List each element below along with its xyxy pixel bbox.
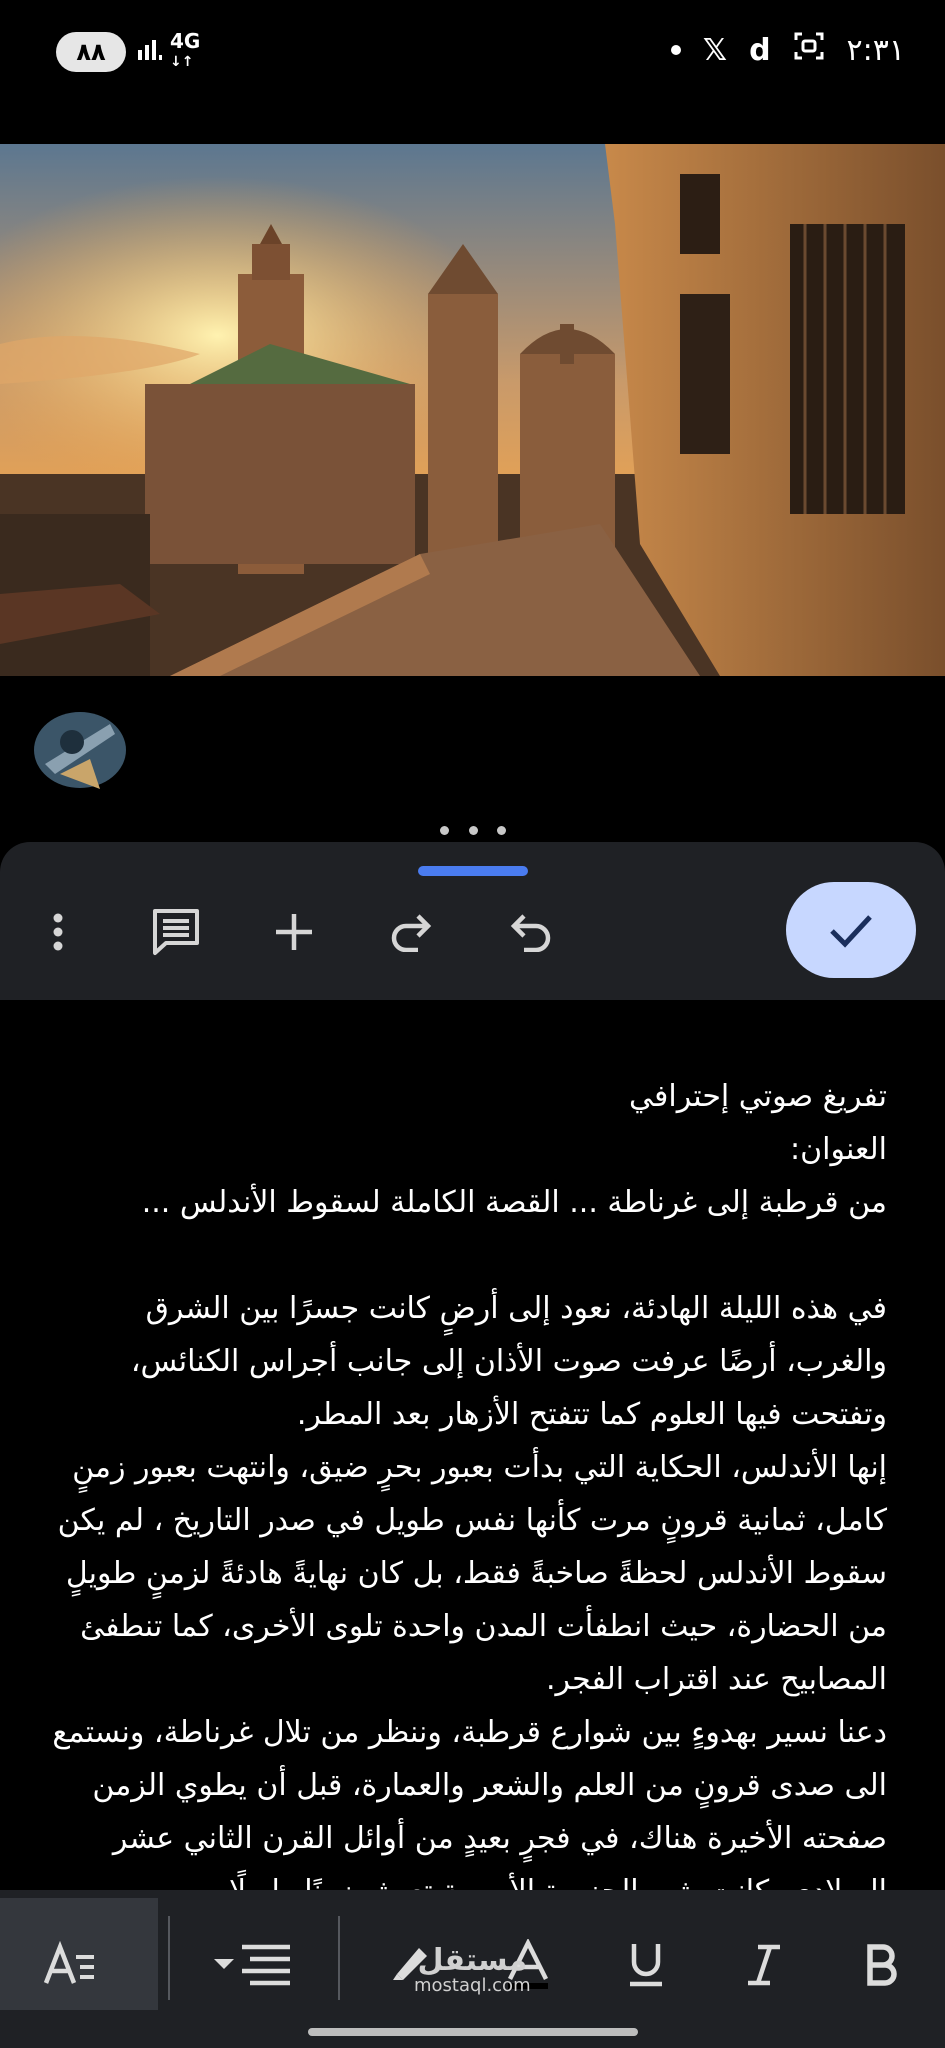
panel-resize-handle[interactable] — [440, 822, 506, 838]
align-icon[interactable] — [210, 1920, 294, 2010]
andalusia-photo[interactable] — [0, 144, 945, 676]
status-bar: ٨٨ 4G ↓↑ 𝕏 d ٢:٣١ — [0, 0, 945, 104]
watermark-sub: mostaql.com — [414, 1975, 531, 1996]
notification-dot-icon — [670, 45, 681, 55]
clock: ٢:٣١ — [846, 32, 905, 68]
watermark: مستقل mostaql.com — [414, 1946, 531, 1996]
doc-paragraph: إنها الأندلس، الحكاية التي بدأت بعبور بح… — [57, 1450, 887, 1697]
x-icon: 𝕏 — [702, 32, 728, 68]
signal-icon — [136, 36, 164, 68]
battery-level: ٨٨ — [76, 38, 106, 66]
editor-toolbar — [0, 842, 945, 1000]
text-format-icon[interactable] — [40, 1920, 100, 2010]
format-bar: مستقل mostaql.com — [0, 1890, 945, 2048]
doc-heading-label: العنوان: — [790, 1132, 887, 1167]
doc-heading: من قرطبة إلى غرناطة ... القصة الكاملة لس… — [141, 1185, 887, 1220]
separator — [338, 1916, 340, 2000]
document-body[interactable]: تفريغ صوتي إحترافي العنوان: من قرطبة إلى… — [0, 1000, 945, 1890]
more-vert-icon[interactable] — [26, 900, 90, 964]
channel-logo — [34, 712, 126, 789]
doc-paragraph: دعنا نسير بهدوءٍ بين شوارع قرطبة، وننظر … — [52, 1715, 887, 1890]
screenshot-icon — [793, 30, 825, 70]
bold-icon[interactable] — [854, 1920, 910, 2010]
status-right: 𝕏 d ٢:٣١ — [670, 30, 905, 70]
battery-indicator: ٨٨ — [56, 32, 126, 72]
add-icon[interactable] — [262, 900, 326, 964]
home-indicator[interactable] — [308, 2028, 638, 2036]
document-text[interactable]: تفريغ صوتي إحترافي العنوان: من قرطبة إلى… — [47, 1070, 887, 1890]
watermark-main: مستقل — [417, 1943, 528, 1978]
undo-icon[interactable] — [498, 900, 562, 964]
doc-title-line: تفريغ صوتي إحترافي — [629, 1079, 887, 1114]
check-icon — [830, 915, 872, 948]
done-button[interactable] — [786, 882, 916, 978]
underline-icon[interactable] — [618, 1920, 674, 2010]
d-app-icon: d — [749, 32, 771, 68]
network-type: 4G ↓↑ — [170, 29, 201, 70]
drag-bar[interactable] — [418, 866, 528, 876]
italic-icon[interactable] — [736, 1920, 792, 2010]
redo-icon[interactable] — [380, 900, 444, 964]
media-panel — [0, 104, 945, 820]
comment-icon[interactable] — [144, 900, 208, 964]
separator — [168, 1916, 170, 2000]
doc-paragraph: في هذه الليلة الهادئة، نعود إلى أرضٍ كان… — [130, 1291, 887, 1432]
